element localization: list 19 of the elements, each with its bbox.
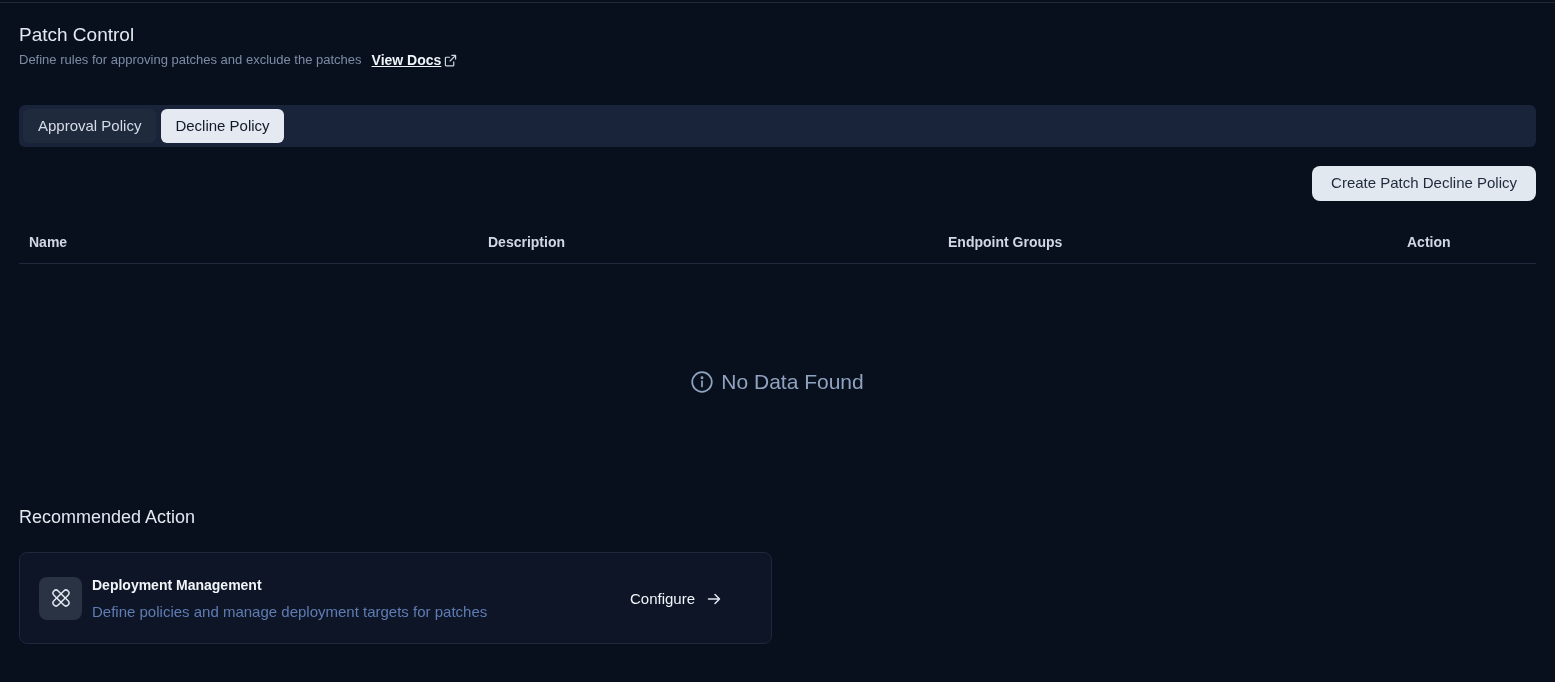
- info-icon: [691, 370, 714, 393]
- arrow-right-icon: [707, 592, 721, 606]
- page-title: Patch Control: [19, 23, 135, 47]
- section-heading: Recommended Action: [19, 506, 196, 529]
- card-description: Define policies and manage deployment targets for patches: [92, 602, 489, 621]
- create-policy-button[interactable]: Create Patch Decline Policy: [1312, 166, 1536, 201]
- tab[interactable]: Decline Policy: [161, 109, 284, 143]
- page-subtitle: Define rules for approving patches and exclude the patches: [19, 51, 362, 69]
- column-header: Description: [488, 234, 565, 250]
- view-docs-link[interactable]: View Docs: [371, 51, 458, 69]
- column-header: Name: [29, 234, 68, 250]
- tab[interactable]: Approval Policy: [23, 109, 157, 143]
- bandage-icon: [39, 576, 82, 620]
- empty-message: No Data Found: [721, 368, 864, 395]
- card-title: Deployment Management: [92, 575, 263, 594]
- column-header: Action: [1407, 234, 1451, 250]
- configure-button[interactable]: Configure: [629, 587, 721, 611]
- external-link-icon: [444, 53, 458, 67]
- column-header: Endpoint Groups: [948, 234, 1063, 250]
